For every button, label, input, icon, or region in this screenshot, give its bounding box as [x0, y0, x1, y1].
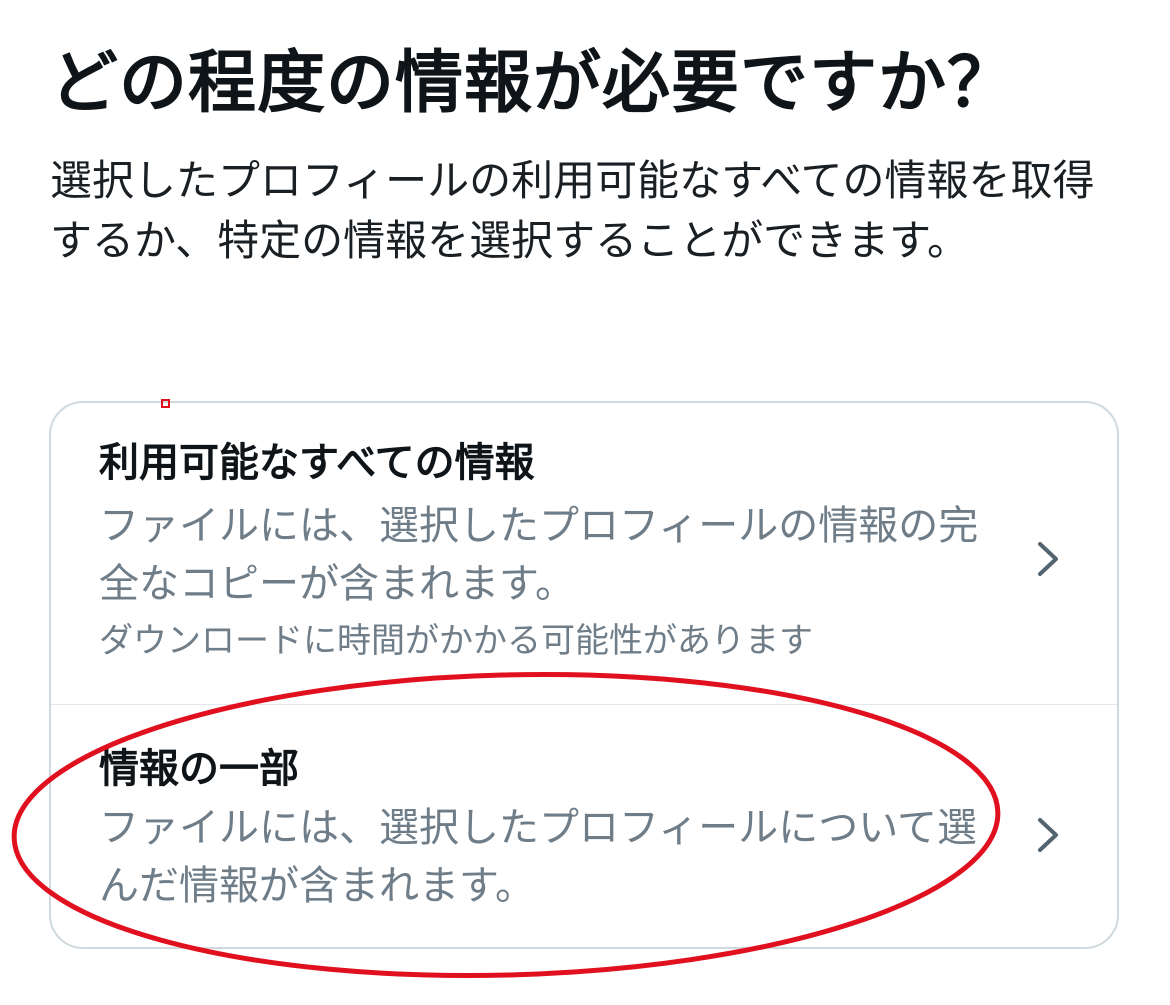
option-description: ファイルには、選択したプロフィールの情報の完全なコピーが含まれます。 — [99, 503, 979, 607]
chevron-right-icon — [1035, 539, 1061, 576]
options-card: 利用可能なすべての情報 ファイルには、選択したプロフィールの情報の完全なコピーが… — [49, 401, 1119, 949]
page-title: どの程度の情報が必要ですか？ — [50, 44, 1017, 123]
option-partial-information[interactable]: 情報の一部 ファイルには、選択したプロフィールについて選んだ情報が含まれます。 — [51, 705, 1117, 947]
option-title: 情報の一部 — [99, 746, 299, 792]
option-description: ファイルには、選択したプロフィールについて選んだ情報が含まれます。 — [99, 805, 977, 909]
option-note: ダウンロードに時間がかかる可能性があります — [99, 621, 813, 661]
option-all-information[interactable]: 利用可能なすべての情報 ファイルには、選択したプロフィールの情報の完全なコピーが… — [51, 403, 1117, 705]
chevron-right-icon — [1035, 815, 1061, 852]
option-title: 利用可能なすべての情報 — [99, 440, 535, 486]
page-description: 選択したプロフィールの利用可能なすべての情報を取得するか、特定の情報を選択するこ… — [50, 156, 1095, 265]
